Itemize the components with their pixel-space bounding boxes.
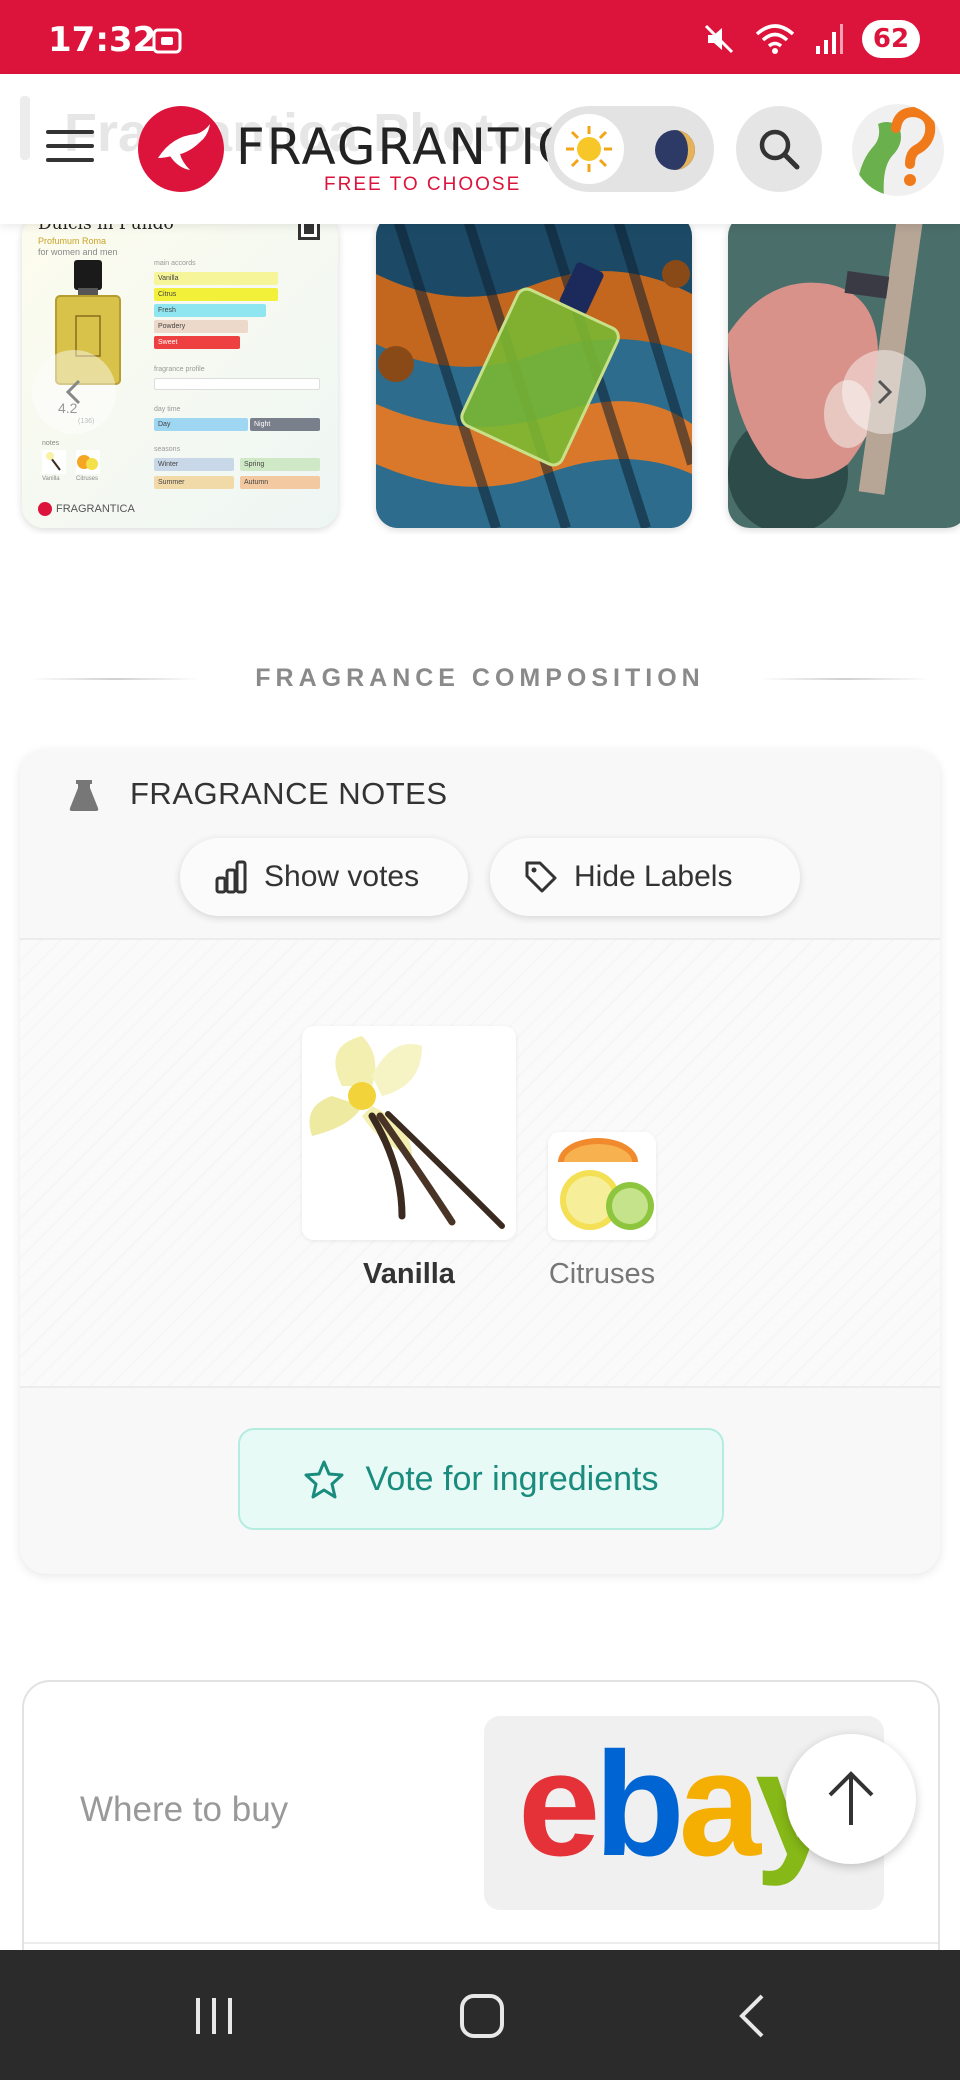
system-nav-bar	[0, 1950, 960, 2080]
carousel-prev-button[interactable]	[32, 350, 116, 434]
wifi-icon	[755, 24, 795, 54]
note-vanilla-label: Vanilla	[363, 1258, 455, 1290]
accord-bar-fresh: Fresh	[154, 304, 266, 317]
buy-divider	[24, 1942, 938, 1944]
card-notes-icons	[42, 450, 100, 474]
flask-icon	[69, 780, 99, 811]
vote-ingredients-button[interactable]: Vote for ingredients	[238, 1428, 724, 1530]
chevron-left-icon	[65, 379, 81, 405]
accord-bar-vanilla: Vanilla	[154, 272, 278, 285]
ghost-title-bar	[20, 96, 30, 160]
vote-ingredients-label: Vote for ingredients	[365, 1459, 659, 1498]
screenshot-icon	[152, 28, 182, 54]
moon-icon[interactable]	[654, 129, 696, 171]
card-day-bar: Day	[154, 418, 248, 431]
scroll-to-top-button[interactable]	[786, 1734, 916, 1864]
card-seasons-label: seasons	[154, 446, 181, 453]
heading-divider-right	[760, 678, 930, 680]
search-icon[interactable]	[736, 106, 822, 192]
card-logo-mark	[38, 502, 52, 516]
sun-icon[interactable]	[554, 114, 624, 184]
note-citruses-label: Citruses	[548, 1258, 656, 1290]
status-bar: 17:32 62	[0, 0, 960, 74]
card-season-summer: Summer	[154, 476, 234, 489]
card-notes-label: notes	[42, 440, 60, 447]
photo-hand-bottle[interactable]	[728, 214, 960, 528]
accord-bar-sweet: Sweet	[154, 336, 240, 349]
status-time: 17:32	[48, 20, 157, 60]
accord-bar-citrus: Citrus	[154, 288, 278, 301]
card-accords-label: main accords	[154, 260, 196, 267]
composition-heading: FRAGRANCE COMPOSITION	[0, 660, 960, 700]
hummingbird-logo[interactable]	[138, 106, 224, 192]
home-icon[interactable]	[452, 1990, 512, 2042]
menu-icon[interactable]	[46, 130, 94, 166]
accord-bar-powdery: Powdery	[154, 320, 248, 333]
card-brand: Profumum Roma	[38, 236, 107, 246]
notes-title: FRAGRANCE NOTES	[130, 776, 448, 811]
brand-tagline: FREE TO CHOOSE	[324, 174, 522, 195]
card-profile-box	[154, 378, 320, 390]
citrus-icon	[548, 1132, 656, 1240]
card-night-bar: Night	[250, 418, 320, 431]
recent-apps-icon[interactable]	[184, 1990, 244, 2042]
vanilla-icon	[302, 1026, 516, 1240]
show-votes-button[interactable]: Show votes	[180, 838, 468, 916]
card-note-vanilla: Vanilla	[42, 476, 60, 482]
card-audience: for women and men	[38, 247, 118, 257]
photo-bottle-shadows[interactable]	[376, 214, 692, 528]
card-season-spring: Spring	[240, 458, 320, 471]
hide-labels-label: Hide Labels	[574, 860, 733, 893]
chevron-right-icon	[877, 379, 893, 405]
help-icon[interactable]	[852, 104, 944, 196]
notes-divider-bottom	[20, 1386, 940, 1388]
card-logo: FRAGRANTICA	[38, 502, 135, 516]
theme-toggle[interactable]	[546, 106, 714, 192]
hide-labels-button[interactable]: Hide Labels	[490, 838, 800, 916]
note-citruses-image[interactable]	[548, 1132, 656, 1240]
where-to-buy-label: Where to buy	[80, 1790, 289, 1829]
card-season-autumn: Autumn	[240, 476, 320, 489]
ebay-logo: ebay	[518, 1722, 837, 1887]
card-logo-text: FRAGRANTICA	[56, 503, 135, 515]
battery-indicator: 62	[862, 20, 920, 58]
card-note-citruses: Citruses	[76, 476, 99, 482]
note-vanilla-image[interactable]	[302, 1026, 516, 1240]
card-season-winter: Winter	[154, 458, 234, 471]
arrow-up-icon	[828, 1771, 874, 1825]
site-header: Fragrantica Photos FRAGRANTICA FREE TO C…	[0, 74, 960, 224]
signal-icon	[816, 24, 843, 54]
back-icon[interactable]	[722, 1990, 782, 2042]
carousel-next-button[interactable]	[842, 350, 926, 434]
card-profile-label: fragrance profile	[154, 366, 205, 373]
bar-chart-icon	[215, 860, 247, 894]
photo-carousel[interactable]: Dulcis in Fundo Profumum Roma for women …	[0, 214, 960, 534]
mute-icon	[704, 24, 734, 54]
card-daytime-label: day time	[154, 406, 181, 413]
star-icon	[304, 1460, 344, 1499]
show-votes-label: Show votes	[264, 860, 420, 893]
tag-icon	[525, 861, 557, 893]
